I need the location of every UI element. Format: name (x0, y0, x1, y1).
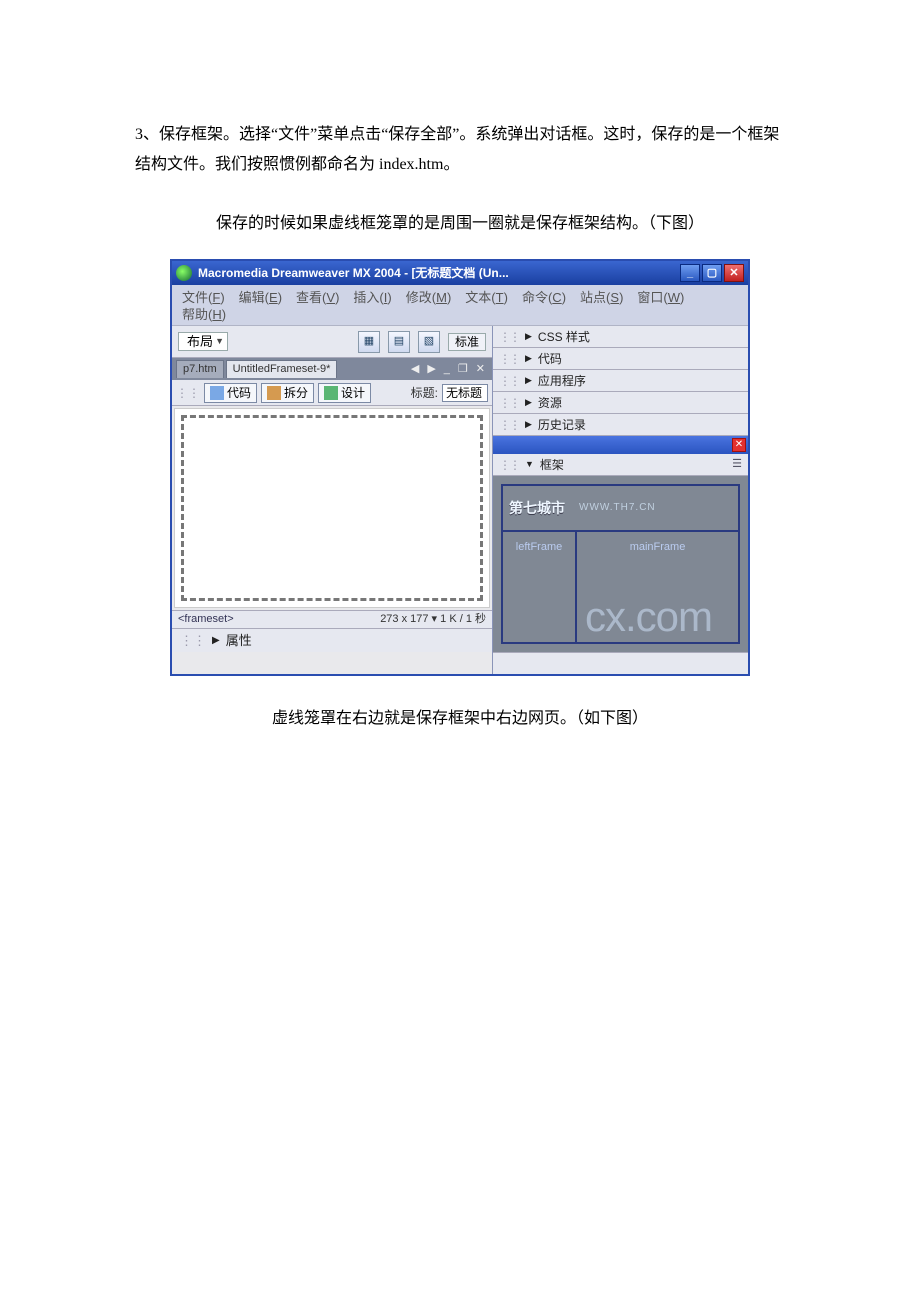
watermark-big: cx.com (585, 596, 712, 638)
view-toolbar: ⋮⋮ 代码 拆分 设计 标题: (172, 380, 492, 406)
menu-commands[interactable]: 命令(C) (522, 291, 566, 304)
menu-file[interactable]: 文件(F) (182, 291, 225, 304)
main-frame-label: mainFrame (630, 542, 686, 553)
grip-icon: ⋮⋮ (180, 634, 206, 647)
grip-icon: ⋮⋮ (499, 419, 519, 431)
menu-text[interactable]: 文本(T) (465, 291, 508, 304)
frames-main-frame[interactable]: mainFrame cx.com (577, 532, 738, 642)
expand-icon: ▶ (525, 332, 532, 341)
expand-icon: ▶ (525, 420, 532, 429)
paragraph-1: 3、保存框架。选择“文件”菜单点击“保存全部”。系统弹出对话框。这时，保存的是一… (135, 120, 785, 181)
standard-mode-button[interactable]: 标准 (448, 333, 486, 351)
status-bar: <frameset> 273 x 177 ▾ 1 K / 1 秒 (172, 610, 492, 628)
watermark-main: 第七城市 (509, 501, 565, 515)
window-titlebar: Macromedia Dreamweaver MX 2004 - [无标题文档 … (172, 261, 748, 285)
grip-icon: ⋮⋮ (499, 375, 519, 387)
panel-history-header[interactable]: ⋮⋮ ▶ 历史记录 (493, 414, 748, 436)
panel-code-header[interactable]: ⋮⋮ ▶ 代码 (493, 348, 748, 370)
minimize-button[interactable]: _ (680, 264, 700, 282)
frames-diagram[interactable]: 第七城市 WWW.TH7.CN leftFrame mainFrame cx.c… (501, 484, 740, 644)
grip-icon: ⋮⋮ (176, 387, 200, 399)
canvas-size-label: 273 x 177 ▾ 1 K / 1 秒 (380, 614, 486, 625)
menu-edit[interactable]: 编辑(E) (239, 291, 282, 304)
left-frame-label: leftFrame (516, 542, 562, 553)
tag-selector[interactable]: <frameset> (178, 614, 234, 625)
window-title: Macromedia Dreamweaver MX 2004 - [无标题文档 … (198, 267, 680, 279)
panel-app-label: 应用程序 (538, 375, 586, 387)
expand-icon: ▶ (525, 354, 532, 363)
title-label: 标题: (411, 387, 438, 399)
panel-frames-header[interactable]: ⋮⋮ ▼ 框架 ☰ (493, 454, 748, 476)
doc-tab-untitled[interactable]: UntitledFrameset-9* (226, 360, 338, 378)
collapse-icon: ▼ (525, 460, 534, 469)
tab-minimize-icon[interactable]: _ (441, 364, 453, 375)
panel-res-label: 资源 (538, 397, 562, 409)
menu-modify[interactable]: 修改(M) (406, 291, 452, 304)
grip-icon: ⋮⋮ (499, 353, 519, 365)
grip-icon: ⋮⋮ (499, 459, 519, 471)
frames-left-frame[interactable]: leftFrame (503, 532, 577, 642)
title-input[interactable] (442, 384, 488, 402)
tab-restore-icon[interactable]: ❐ (455, 364, 471, 375)
code-view-button[interactable]: 代码 (204, 383, 257, 403)
insert-toolbar: 布局 ▦ ▤ ▧ 标准 (172, 326, 492, 358)
grip-icon: ⋮⋮ (499, 331, 519, 343)
menu-view[interactable]: 查看(V) (296, 291, 339, 304)
panel-history-label: 历史记录 (538, 419, 586, 431)
layout-category-dropdown[interactable]: 布局 (178, 332, 228, 351)
panel-app-header[interactable]: ⋮⋮ ▶ 应用程序 (493, 370, 748, 392)
menu-insert[interactable]: 插入(I) (353, 291, 391, 304)
layout-tool-icon-1[interactable]: ▦ (358, 331, 380, 353)
panel-frames-label: 框架 (540, 459, 564, 471)
panel-css-header[interactable]: ⋮⋮ ▶ CSS 样式 (493, 326, 748, 348)
tab-close-icon[interactable]: ✕ (473, 364, 488, 375)
layout-tool-icon-3[interactable]: ▧ (418, 331, 440, 353)
frameset-dashed-selection (181, 415, 483, 601)
screenshot-dreamweaver: Macromedia Dreamweaver MX 2004 - [无标题文档 … (170, 259, 750, 676)
right-filler (493, 652, 748, 674)
panel-resources-header[interactable]: ⋮⋮ ▶ 资源 (493, 392, 748, 414)
properties-panel-header[interactable]: ⋮⋮ ▶ 属性 (172, 628, 492, 652)
expand-icon: ▶ (525, 376, 532, 385)
menu-window[interactable]: 窗口(W) (637, 291, 684, 304)
properties-label: 属性 (226, 634, 252, 647)
maximize-button[interactable]: ▢ (702, 264, 722, 282)
design-view-icon (324, 386, 338, 400)
frames-panel-body: 第七城市 WWW.TH7.CN leftFrame mainFrame cx.c… (493, 476, 748, 652)
panel-code-label: 代码 (538, 353, 562, 365)
design-view-button[interactable]: 设计 (318, 383, 371, 403)
panel-group-close-icon[interactable]: ✕ (732, 438, 746, 452)
panel-menu-icon[interactable]: ☰ (732, 459, 742, 470)
layout-tool-icon-2[interactable]: ▤ (388, 331, 410, 353)
menu-site[interactable]: 站点(S) (580, 291, 623, 304)
tab-nav-prev-icon[interactable]: ◀ (408, 364, 422, 375)
split-view-button[interactable]: 拆分 (261, 383, 314, 403)
document-tabs: p7.htm UntitledFrameset-9* ◀ ▶ _ ❐ ✕ (172, 358, 492, 380)
caption-1: 保存的时候如果虚线框笼罩的是周围一圈就是保存框架结构。（下图） (135, 209, 785, 239)
close-button[interactable]: ✕ (724, 264, 744, 282)
expand-icon: ▶ (525, 398, 532, 407)
doc-tab-p7[interactable]: p7.htm (176, 360, 224, 378)
tab-nav-next-icon[interactable]: ▶ (424, 364, 438, 375)
app-icon (176, 265, 192, 281)
code-view-icon (210, 386, 224, 400)
menu-help[interactable]: 帮助(H) (182, 308, 226, 321)
design-canvas[interactable] (174, 408, 490, 608)
grip-icon: ⋮⋮ (499, 397, 519, 409)
menubar: 文件(F) 编辑(E) 查看(V) 插入(I) 修改(M) 文本(T) 命令(C… (172, 285, 748, 326)
panel-css-label: CSS 样式 (538, 331, 590, 343)
split-view-icon (267, 386, 281, 400)
caption-2: 虚线笼罩在右边就是保存框架中右边网页。（如下图） (135, 704, 785, 734)
frames-top-frame[interactable]: 第七城市 WWW.TH7.CN (503, 486, 738, 532)
watermark-sub: WWW.TH7.CN (579, 503, 656, 513)
expand-icon: ▶ (212, 636, 220, 646)
panel-divider: ✕ (493, 436, 748, 454)
